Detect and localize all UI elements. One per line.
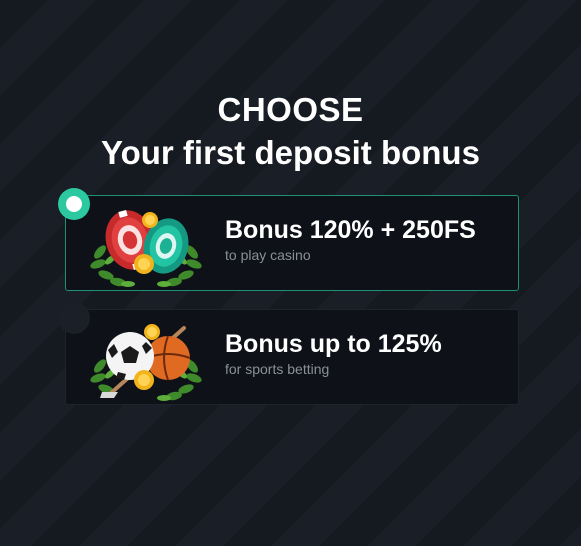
option-title: Bonus up to 125% [225, 330, 442, 358]
sports-balls-icon [90, 324, 202, 401]
option-subtitle: for sports betting [225, 361, 330, 377]
option-title: Bonus 120% + 250FS [225, 216, 476, 244]
option-subtitle: to play casino [225, 247, 311, 263]
option-text-sports: Bonus up to 125% for sports betting [225, 328, 442, 378]
bonus-modal: CHOOSE Your first deposit bonus Bonus 12… [0, 0, 581, 546]
bonus-option-sports[interactable]: Bonus up to 125% for sports betting [58, 302, 519, 405]
page-title: CHOOSE Your first deposit bonus [0, 88, 581, 174]
casino-chips-icon [90, 209, 202, 287]
radio-button-sports[interactable] [58, 302, 90, 334]
title-line-choose: CHOOSE [217, 91, 364, 128]
option-text-casino: Bonus 120% + 250FS to play casino [225, 214, 476, 264]
bonus-option-casino[interactable]: Bonus 120% + 250FS to play casino [58, 188, 519, 291]
title-line-subtitle: Your first deposit bonus [101, 134, 480, 171]
radio-button-casino[interactable] [58, 188, 90, 220]
